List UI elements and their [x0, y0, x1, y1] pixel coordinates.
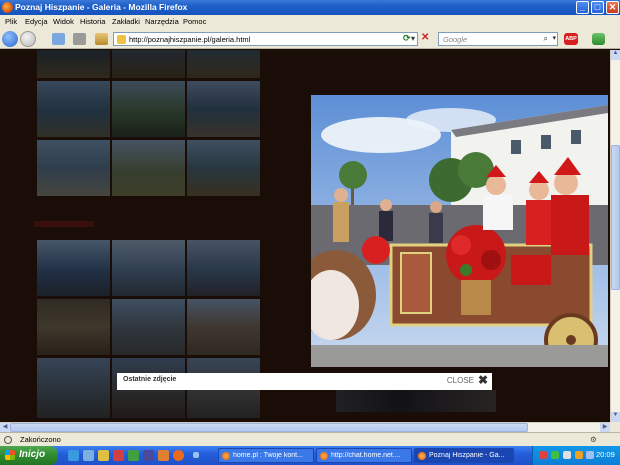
gallery-thumbnail[interactable]: [187, 240, 260, 296]
address-url[interactable]: http://poznajhiszpanie.pl/galeria.html: [129, 35, 250, 44]
vertical-scrollbar[interactable]: ▲ ▼: [610, 50, 620, 422]
reload-icon[interactable]: ⟳: [403, 33, 411, 44]
gallery-thumbnail[interactable]: [37, 299, 110, 355]
tray-icon[interactable]: [551, 451, 559, 459]
gallery-thumbnail[interactable]: [112, 140, 185, 196]
quicklaunch-expand-icon[interactable]: [193, 452, 199, 458]
status-addon-icon[interactable]: ⚙: [590, 435, 597, 444]
scroll-left-icon[interactable]: ◀: [0, 423, 10, 432]
tray-icon[interactable]: [563, 451, 571, 459]
reload-toolbar-icon[interactable]: [52, 33, 65, 45]
firefox-icon: [2, 2, 13, 13]
gallery-thumbnail[interactable]: [187, 299, 260, 355]
close-lightbox-button[interactable]: CLOSE: [447, 376, 474, 385]
quicklaunch-firefox-icon[interactable]: [173, 450, 184, 461]
quicklaunch-media-icon[interactable]: [113, 450, 124, 461]
menu-historia[interactable]: Historia: [80, 17, 105, 26]
quicklaunch-app-icon[interactable]: [143, 450, 154, 461]
lightbox-caption-bar: Ostatnie zdjęcie CLOSE ✖: [117, 373, 492, 390]
taskbar-item-label: Poznaj Hiszpanie - Ga...: [429, 452, 505, 459]
menu-edycja[interactable]: Edycja: [25, 17, 48, 26]
firefox-icon: [418, 452, 426, 460]
horizontal-scrollbar[interactable]: ◀ ▶: [0, 422, 610, 432]
maximize-button[interactable]: □: [591, 1, 604, 14]
home-icon[interactable]: [95, 33, 108, 45]
gallery-thumbnail[interactable]: [37, 81, 110, 137]
start-button[interactable]: Inicjo: [0, 446, 58, 465]
title-bar: Poznaj Hiszpanie - Galeria - Mozilla Fir…: [0, 0, 620, 15]
quicklaunch-ie-icon[interactable]: [68, 450, 79, 461]
lightbox-photo[interactable]: [311, 95, 608, 367]
search-icon[interactable]: ⌕: [544, 34, 548, 44]
menu-bar: Plik Edycja Widok Historia Zakładki Narz…: [0, 15, 620, 29]
vertical-scroll-thumb[interactable]: [611, 145, 620, 290]
taskbar-item[interactable]: home.pl : Twoje kont...: [218, 448, 314, 463]
close-icon[interactable]: ✖: [478, 373, 488, 387]
search-input[interactable]: Google: [443, 35, 467, 44]
addon-icon[interactable]: [592, 33, 605, 45]
taskbar-item[interactable]: http://chat.home.net....: [316, 448, 412, 463]
windows-flag-icon: [5, 450, 15, 460]
menu-narzedzia[interactable]: Narzędzia: [145, 17, 179, 26]
tray-icon[interactable]: [575, 451, 583, 459]
gallery-thumbnail[interactable]: [37, 358, 110, 418]
minimize-button[interactable]: _: [576, 1, 589, 14]
quicklaunch-folder-icon[interactable]: [98, 450, 109, 461]
tray-icon[interactable]: [539, 451, 547, 459]
taskbar-item-label: home.pl : Twoje kont...: [233, 452, 303, 459]
page-content: Ostatnie zdjęcie CLOSE ✖: [0, 50, 610, 422]
windows-taskbar: Inicjo home.pl : Twoje kont... http://ch…: [0, 446, 620, 465]
address-dropdown-icon[interactable]: ▾: [411, 34, 415, 43]
volume-icon[interactable]: [586, 451, 594, 459]
start-label: Inicjo: [19, 449, 46, 460]
scrollbar-corner: [610, 422, 620, 432]
gallery-thumbnail[interactable]: [37, 240, 110, 296]
menu-pomoc[interactable]: Pomoc: [183, 17, 206, 26]
quicklaunch-app-icon[interactable]: [158, 450, 169, 461]
adblock-icon[interactable]: ABP: [564, 33, 578, 45]
menu-widok[interactable]: Widok: [53, 17, 74, 26]
gallery-thumbnail[interactable]: [112, 299, 185, 355]
scroll-right-icon[interactable]: ▶: [600, 423, 610, 432]
scroll-down-icon[interactable]: ▼: [611, 412, 620, 422]
quicklaunch-app-icon[interactable]: [128, 450, 139, 461]
gallery-thumbnail[interactable]: [112, 50, 185, 78]
forward-icon[interactable]: [20, 31, 36, 47]
print-icon[interactable]: [73, 33, 86, 45]
window-title: Poznaj Hiszpanie - Galeria - Mozilla Fir…: [15, 2, 188, 12]
carriage-photo-image: [311, 95, 608, 367]
gallery-thumbnail[interactable]: [37, 140, 110, 196]
taskbar-item-active[interactable]: Poznaj Hiszpanie - Ga...: [414, 448, 514, 463]
system-tray: 20:09: [532, 446, 620, 465]
scroll-up-icon[interactable]: ▲: [611, 50, 620, 60]
close-window-button[interactable]: ✕: [606, 1, 619, 14]
status-bar: Zakończono ⚙: [0, 432, 620, 446]
quicklaunch-desktop-icon[interactable]: [83, 450, 94, 461]
firefox-icon: [320, 452, 328, 460]
status-text: Zakończono: [20, 435, 61, 444]
menu-plik[interactable]: Plik: [5, 17, 17, 26]
photo-caption: Ostatnie zdjęcie: [123, 376, 177, 383]
horizontal-scroll-thumb[interactable]: [10, 423, 528, 432]
gallery-thumbnail[interactable]: [187, 50, 260, 78]
search-engine-dropdown-icon[interactable]: ▾: [552, 34, 556, 42]
site-favicon-icon: [117, 35, 126, 44]
search-box[interactable]: Google ⌕ ▾: [438, 32, 558, 46]
lightbox-photo-strip: [336, 390, 496, 412]
gallery-thumbnail[interactable]: [187, 140, 260, 196]
stop-icon[interactable]: ✕: [421, 32, 429, 43]
taskbar-item-label: http://chat.home.net....: [331, 452, 401, 459]
gallery-thumbnail[interactable]: [37, 50, 110, 78]
clock: 20:09: [596, 450, 615, 459]
gallery-section-heading: [34, 221, 94, 227]
firefox-icon: [222, 452, 230, 460]
gallery-thumbnail[interactable]: [112, 240, 185, 296]
status-icon: [4, 436, 12, 444]
address-bar[interactable]: http://poznajhiszpanie.pl/galeria.html ▾: [113, 32, 418, 46]
menu-zakladki[interactable]: Zakładki: [112, 17, 140, 26]
gallery-thumbnail[interactable]: [112, 81, 185, 137]
gallery-thumbnail[interactable]: [187, 81, 260, 137]
navigation-toolbar: http://poznajhiszpanie.pl/galeria.html ▾…: [0, 29, 620, 49]
back-icon[interactable]: [2, 31, 18, 47]
